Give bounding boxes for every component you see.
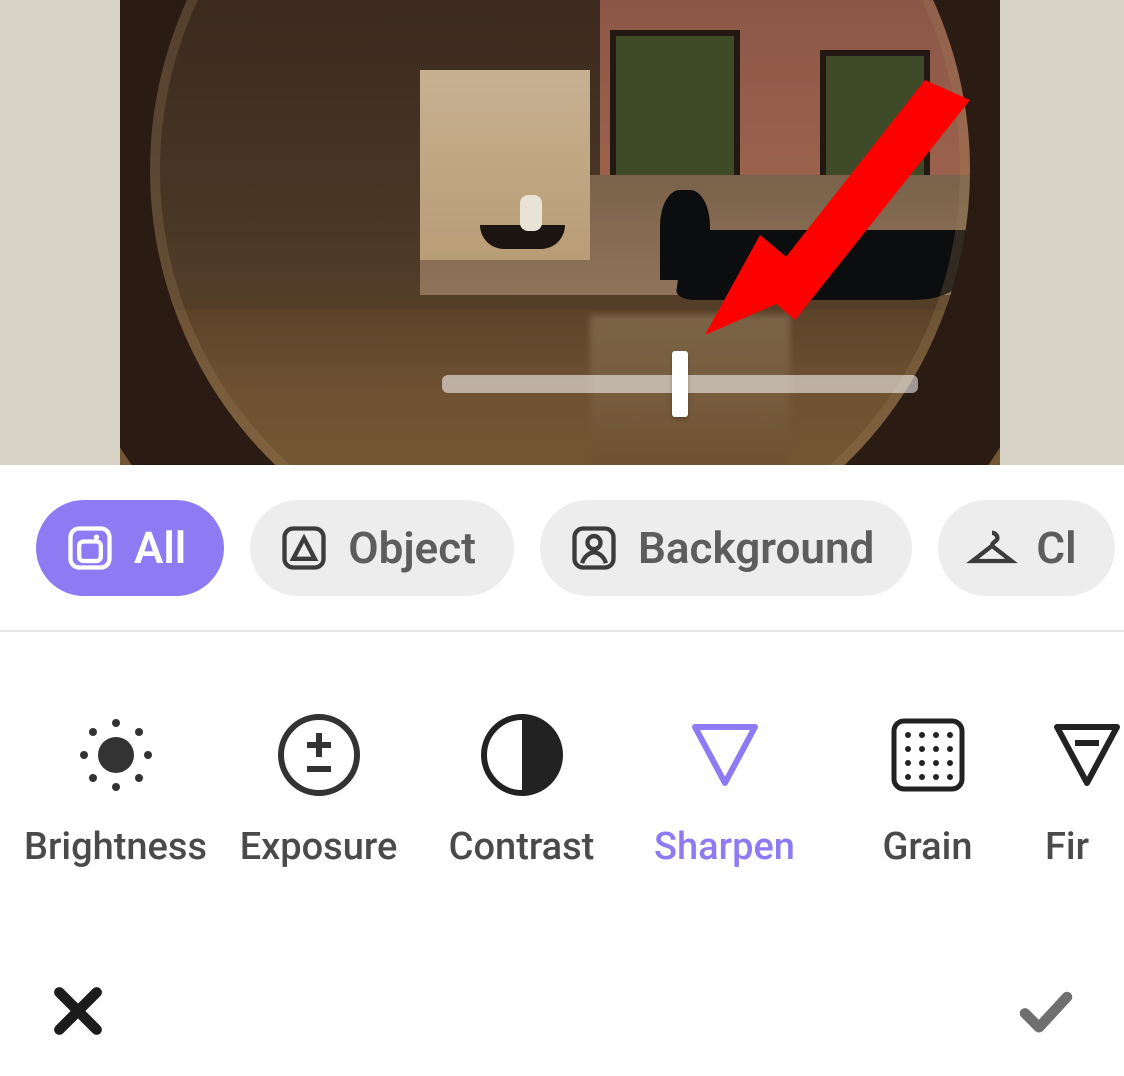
contrast-icon [480,713,564,797]
adjust-label: Contrast [449,825,595,869]
slider-thumb[interactable] [672,351,688,417]
pill-label: Background [638,522,874,574]
bottom-action-bar [0,950,1124,1076]
adjust-label: Fir [1045,825,1089,869]
pill-label: All [134,522,186,574]
hanger-icon [966,522,1018,574]
adjust-fine[interactable]: Fir [1029,713,1124,869]
image-preview [0,0,1124,465]
adjust-brightness[interactable]: Brightness [14,713,217,869]
exposure-icon [277,713,361,797]
pill-object[interactable]: Object [250,500,514,596]
sharpen-icon [683,713,767,797]
adjust-label: Grain [883,825,973,869]
adjust-label: Brightness [24,825,207,869]
pill-label: Cl [1036,522,1076,574]
confirm-button[interactable] [1008,973,1084,1053]
close-icon [50,983,106,1039]
cancel-button[interactable] [40,973,116,1053]
pill-all[interactable]: All [36,500,224,596]
grain-icon [886,713,970,797]
adjust-label: Sharpen [654,825,795,869]
adjustment-row: Brightness Exposure Contrast Sha [0,632,1124,950]
pill-background[interactable]: Background [540,500,912,596]
stack-icon [64,522,116,574]
adjust-exposure[interactable]: Exposure [217,713,420,869]
triangle-in-square-icon [278,522,330,574]
edited-image [120,0,1000,465]
adjust-slider[interactable] [442,375,918,393]
person-in-square-icon [568,522,620,574]
adjust-contrast[interactable]: Contrast [420,713,623,869]
fine-icon [1045,713,1124,797]
adjust-label: Exposure [240,825,398,869]
adjust-sharpen[interactable]: Sharpen [623,713,826,869]
pill-clothes[interactable]: Cl [938,500,1114,596]
brightness-icon [74,713,158,797]
adjust-grain[interactable]: Grain [826,713,1029,869]
category-pill-row: All Object Background Cl [0,465,1124,632]
pill-label: Object [348,522,476,574]
checkmark-icon [1018,983,1074,1039]
